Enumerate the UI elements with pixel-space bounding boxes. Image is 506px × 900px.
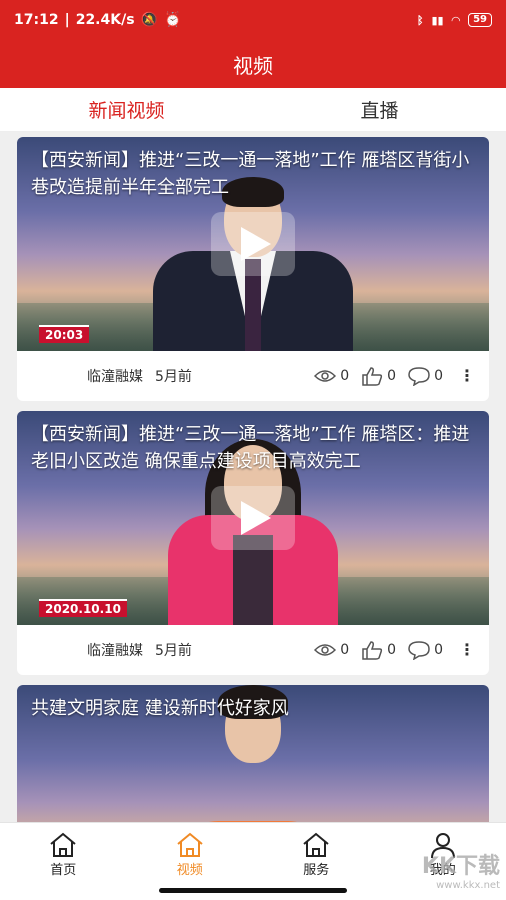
views-count: 0: [340, 642, 350, 658]
battery-indicator: 59: [468, 13, 492, 27]
thumbs-up-icon: [362, 367, 383, 386]
more-options-icon[interactable]: ⋮: [459, 368, 475, 384]
video-title: 【西安新闻】推进“三改一通一落地”工作 雁塔区：推进老旧小区改造 确保重点建设项…: [31, 424, 470, 472]
nav-label: 服务: [303, 863, 330, 878]
status-bar: 17:12 | 22.4K/s 🔕 ⏰ ᛒ ▮▮ ◠ 59: [0, 0, 506, 40]
watermark-url: www.kkx.net: [436, 880, 500, 891]
video-meta: 临潼融媒 5月前 0 0 0 ⋮: [17, 625, 489, 675]
watermark-text: KK下载: [421, 854, 500, 879]
signal-icon: ▮▮: [431, 13, 444, 27]
video-thumbnail[interactable]: 【西安新闻】推进“三改一通一落地”工作 雁塔区：推进老旧小区改造 确保重点建设项…: [17, 411, 489, 625]
play-icon: [241, 227, 271, 261]
play-icon: [241, 501, 271, 535]
play-button[interactable]: [211, 486, 295, 550]
status-speed: 22.4K/s: [75, 12, 135, 28]
app-bar: 视频: [0, 40, 506, 88]
video-card[interactable]: 【西安新闻】推进“三改一通一落地”工作 雁塔区背街小巷改造提前半年全部完工 20…: [17, 137, 489, 401]
views-count: 0: [340, 368, 350, 384]
wifi-icon: ◠: [451, 13, 461, 27]
video-time-ago: 5月前: [155, 643, 192, 659]
tab-label: 新闻视频: [88, 100, 165, 122]
nav-label: 首页: [50, 863, 77, 878]
nav-home[interactable]: 首页: [0, 823, 127, 900]
more-options-icon[interactable]: ⋮: [459, 642, 475, 658]
bluetooth-icon: ᛒ: [416, 13, 424, 27]
video-home-icon: [177, 832, 203, 857]
video-thumbnail[interactable]: 【西安新闻】推进“三改一通一落地”工作 雁塔区背街小巷改造提前半年全部完工 20…: [17, 137, 489, 351]
home-icon: [50, 832, 76, 857]
tab-live[interactable]: 直播: [253, 88, 506, 131]
like-button[interactable]: 0: [361, 640, 396, 660]
thumbs-up-icon: [362, 641, 383, 660]
video-timestamp: 2020.10.10: [39, 599, 127, 617]
video-card[interactable]: 【西安新闻】推进“三改一通一落地”工作 雁塔区：推进老旧小区改造 确保重点建设项…: [17, 411, 489, 675]
video-source: 临潼融媒: [87, 643, 143, 659]
mute-icon: 🔕: [140, 12, 158, 28]
alarm-icon: ⏰: [163, 12, 182, 28]
video-meta: 临潼融媒 5月前 0 0 0 ⋮: [17, 351, 489, 401]
comment-icon: [408, 367, 430, 386]
play-button[interactable]: [211, 212, 295, 276]
like-button[interactable]: 0: [361, 366, 396, 386]
tab-bar: 新闻视频 直播: [0, 88, 506, 132]
eye-icon: [314, 644, 337, 656]
tab-label: 直播: [360, 100, 399, 122]
comments-count: 0: [434, 642, 443, 658]
video-title: 共建文明家庭 建设新时代好家风: [31, 698, 289, 719]
eye-icon: [314, 370, 337, 382]
video-card[interactable]: 共建文明家庭 建设新时代好家风: [17, 685, 489, 822]
video-source: 临潼融媒: [87, 369, 143, 385]
video-title: 【西安新闻】推进“三改一通一落地”工作 雁塔区背街小巷改造提前半年全部完工: [31, 150, 470, 198]
service-icon: [303, 832, 329, 857]
comments-count: 0: [434, 368, 443, 384]
video-thumbnail[interactable]: 共建文明家庭 建设新时代好家风: [17, 685, 489, 822]
views-stat: 0: [314, 368, 349, 384]
views-stat: 0: [314, 642, 349, 658]
status-divider: |: [64, 12, 70, 28]
video-timestamp: 20:03: [39, 325, 90, 343]
comment-button[interactable]: 0: [408, 366, 443, 386]
nav-label: 视频: [176, 863, 203, 878]
comment-icon: [408, 641, 430, 660]
likes-count: 0: [387, 642, 397, 658]
home-indicator[interactable]: [159, 888, 347, 893]
likes-count: 0: [387, 368, 397, 384]
watermark-logo: KK下载 www.kkx.net: [422, 848, 500, 891]
video-feed[interactable]: 【西安新闻】推进“三改一通一落地”工作 雁塔区背街小巷改造提前半年全部完工 20…: [0, 132, 506, 822]
tab-news-video[interactable]: 新闻视频: [0, 88, 253, 131]
comment-button[interactable]: 0: [408, 640, 443, 660]
status-time: 17:12: [14, 12, 59, 28]
page-title: 视频: [233, 53, 273, 78]
video-time-ago: 5月前: [155, 369, 192, 385]
